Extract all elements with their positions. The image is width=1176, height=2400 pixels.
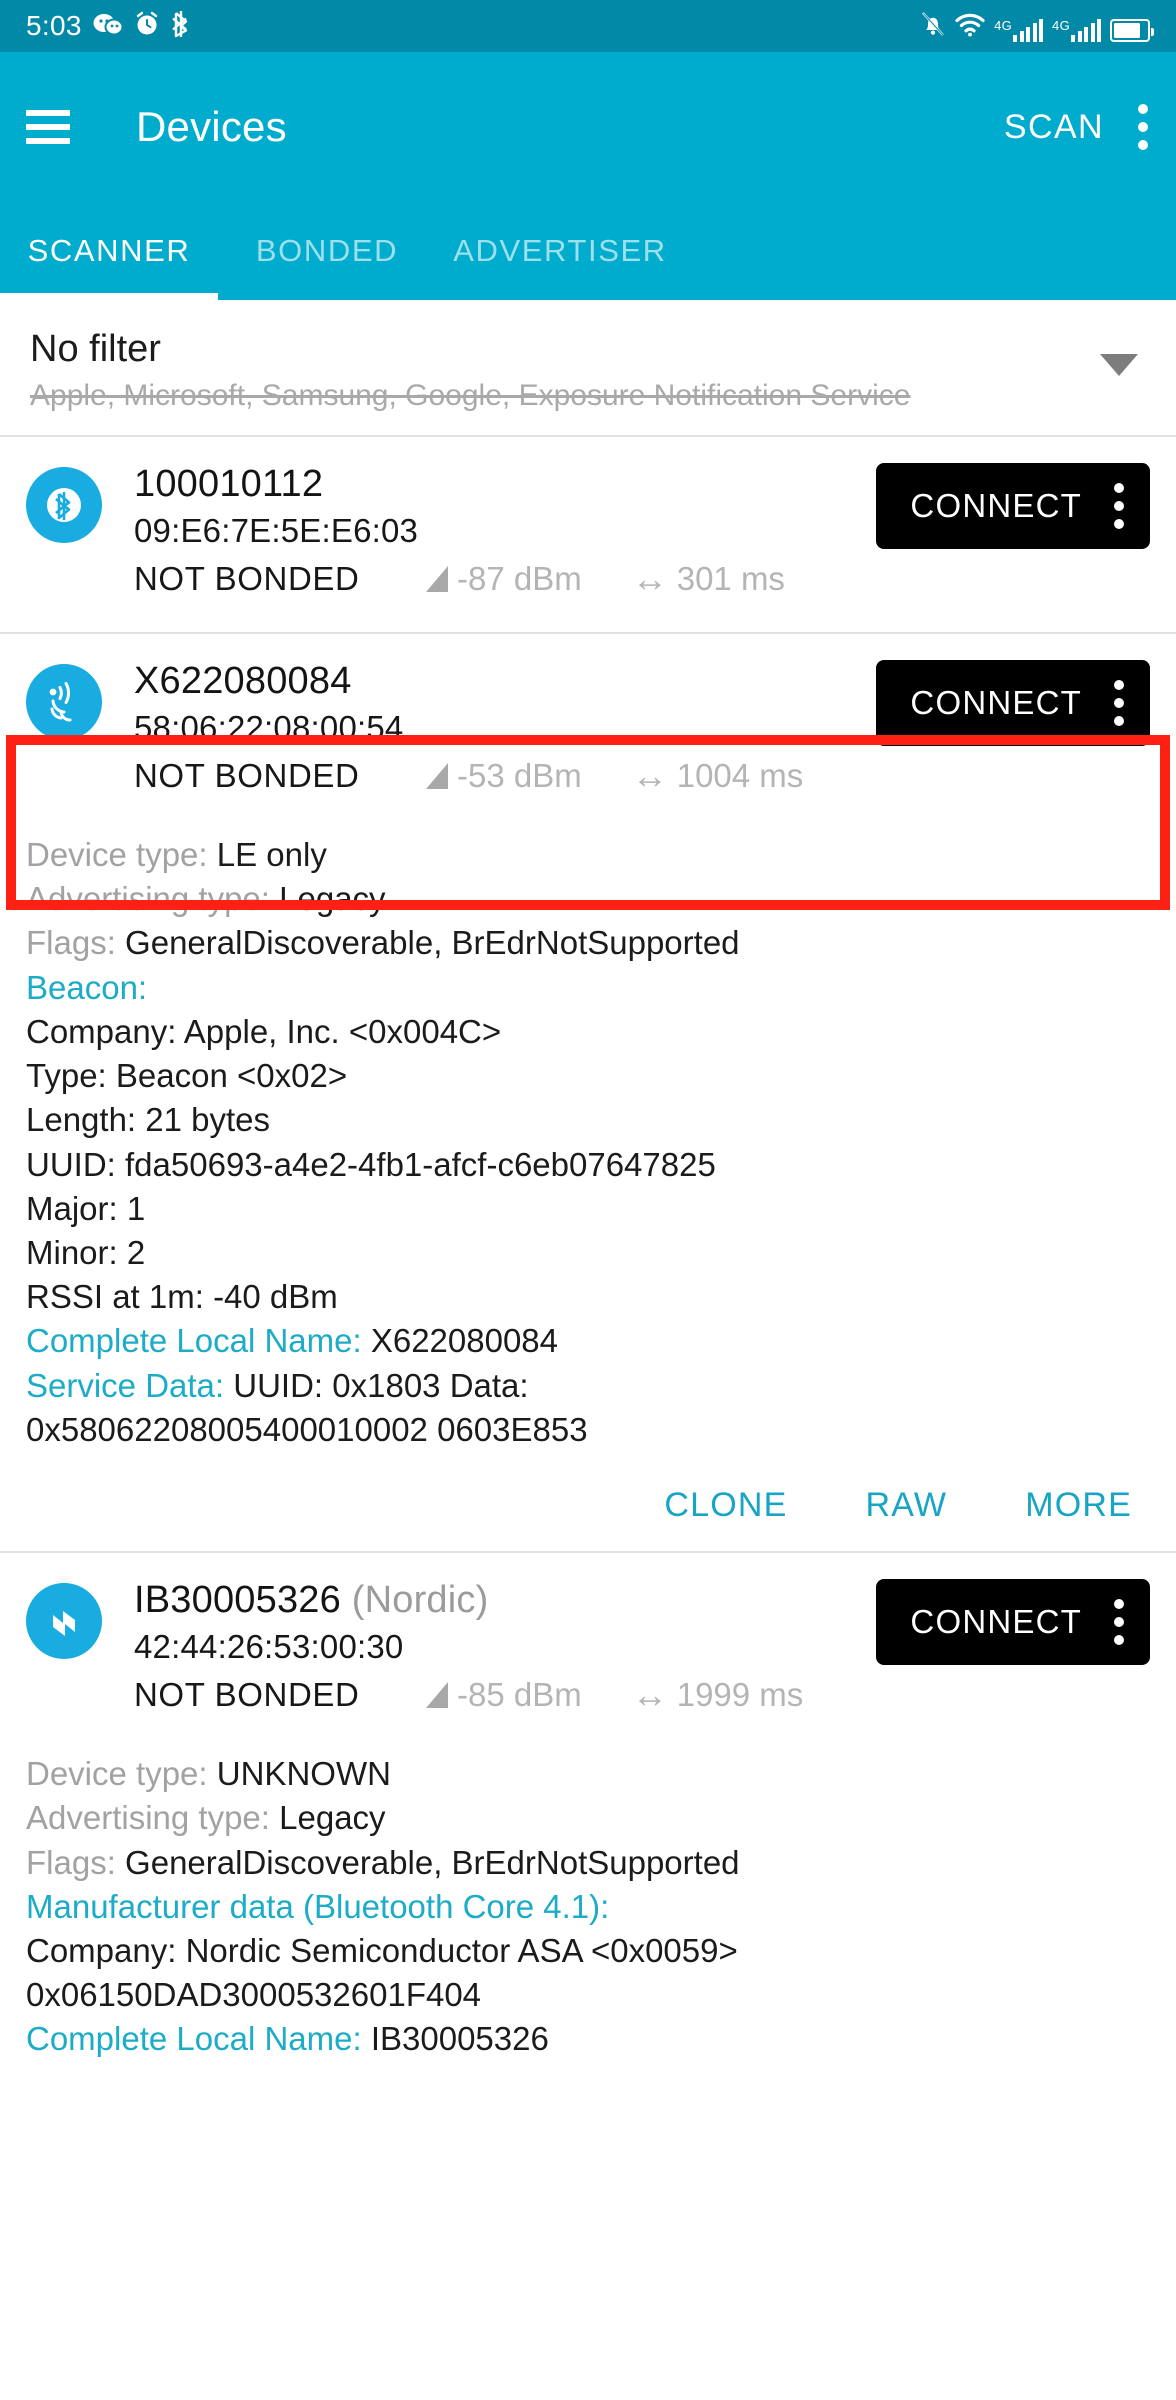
more-vertical-icon[interactable] bbox=[1138, 104, 1150, 150]
detail-line: Flags: GeneralDiscoverable, BrEdrNotSupp… bbox=[26, 1843, 740, 1881]
hamburger-menu-icon[interactable] bbox=[26, 110, 70, 144]
detail-line: Manufacturer data (Bluetooth Core 4.1): bbox=[26, 1887, 610, 1925]
interval-stat: ↔ 1999 ms bbox=[631, 1674, 804, 1716]
notifications-off-icon bbox=[920, 11, 946, 42]
bond-state: NOT BONDED bbox=[134, 1676, 360, 1714]
detail-line: Length: 21 bytes bbox=[26, 1101, 271, 1139]
detail-line: Type: Beacon <0x02> bbox=[26, 1057, 348, 1095]
connect-button[interactable]: CONNECT bbox=[876, 660, 1150, 746]
status-bar-clock: 5:03 bbox=[26, 10, 82, 41]
connect-button[interactable]: CONNECT bbox=[876, 463, 1150, 549]
device-name: 100010112 bbox=[134, 463, 324, 505]
device-address: 58:06:22:08:00:54 bbox=[134, 709, 404, 746]
detail-line: RSSI at 1m: -40 dBm bbox=[26, 1278, 338, 1316]
signal-strength-icon bbox=[426, 763, 448, 789]
device-name: IB30005326 (Nordic) bbox=[134, 1579, 489, 1622]
rssi-stat: -87 dBm bbox=[426, 560, 582, 598]
detail-line: Advertising type: Legacy bbox=[26, 1799, 386, 1837]
tab-advertiser[interactable]: ADVERTISER bbox=[436, 202, 684, 300]
device-list-item[interactable]: X622080084 58:06:22:08:00:54 NOT BONDED … bbox=[0, 632, 1176, 1552]
active-tab-indicator bbox=[0, 293, 218, 300]
detail-line: Major: 1 bbox=[26, 1189, 146, 1227]
device-list-item[interactable]: IB30005326 (Nordic) 42:44:26:53:00:30 NO… bbox=[0, 1551, 1176, 2062]
chevron-down-icon[interactable] bbox=[1100, 354, 1138, 376]
more-vertical-icon[interactable] bbox=[1114, 1599, 1126, 1646]
detail-line: Beacon: bbox=[26, 968, 148, 1006]
app-bar: Devices SCAN bbox=[0, 52, 1176, 202]
scan-button[interactable]: SCAN bbox=[1004, 108, 1104, 147]
sim1-4g-signal-icon: 4G bbox=[994, 18, 1044, 42]
detail-line: UUID: fda50693-a4e2-4fb1-afcf-c6eb076478… bbox=[26, 1145, 716, 1183]
wifi-icon bbox=[955, 12, 985, 42]
bluetooth-icon bbox=[26, 467, 102, 543]
nordic-logo-icon bbox=[26, 1583, 102, 1660]
device-list-item[interactable]: 100010112 09:E6:7E:5E:E6:03 NOT BONDED -… bbox=[0, 437, 1176, 632]
signal-strength-icon bbox=[426, 1682, 448, 1709]
detail-line: Company: Nordic Semiconductor ASA <0x005… bbox=[26, 1931, 738, 1969]
status-bar-right: 4G 4G bbox=[920, 11, 1154, 42]
detail-line: 0x06150DAD3000532601F404 bbox=[26, 1976, 482, 2014]
tab-scanner[interactable]: SCANNER bbox=[0, 202, 218, 300]
device-vendor: (Nordic) bbox=[351, 1579, 489, 1622]
detail-line: Minor: 2 bbox=[26, 1233, 146, 1271]
filter-title: No filter bbox=[30, 328, 161, 370]
alarm-icon bbox=[134, 11, 160, 42]
detail-line: Device type: UNKNOWN bbox=[26, 1755, 391, 1793]
beacon-broadcast-icon bbox=[26, 664, 102, 740]
device-address: 42:44:26:53:00:30 bbox=[134, 1628, 404, 1666]
bluetooth-icon bbox=[171, 10, 191, 43]
filter-row[interactable]: No filter Apple, Microsoft, Samsung, Goo… bbox=[0, 300, 1176, 437]
interval-stat: ↔ 1004 ms bbox=[631, 755, 804, 796]
detail-line: Flags: GeneralDiscoverable, BrEdrNotSupp… bbox=[26, 924, 740, 962]
detail-line: Complete Local Name: X622080084 bbox=[26, 1322, 559, 1360]
page-title: Devices bbox=[136, 103, 287, 150]
chat-icon bbox=[93, 11, 124, 42]
bond-state: NOT BONDED bbox=[134, 757, 360, 794]
more-vertical-icon[interactable] bbox=[1114, 680, 1126, 726]
interval-arrows-icon: ↔ bbox=[631, 1674, 668, 1716]
status-bar-left: 5:03 bbox=[26, 10, 191, 43]
device-actions: CLONE RAW MORE bbox=[0, 1452, 1176, 1551]
signal-strength-icon bbox=[426, 566, 448, 592]
interval-arrows-icon: ↔ bbox=[631, 755, 668, 796]
bond-state: NOT BONDED bbox=[134, 560, 360, 597]
more-vertical-icon[interactable] bbox=[1114, 483, 1126, 529]
battery-icon bbox=[1110, 18, 1154, 42]
raw-button[interactable]: RAW bbox=[866, 1486, 948, 1525]
detail-line: Service Data: UUID: 0x1803 Data: bbox=[26, 1366, 529, 1404]
rssi-stat: -85 dBm bbox=[426, 1676, 582, 1714]
status-bar: 5:03 4G 4G bbox=[0, 0, 1176, 52]
detail-line: Device type: LE only bbox=[26, 836, 327, 873]
rssi-stat: -53 dBm bbox=[426, 757, 582, 795]
filter-subtitle: Apple, Microsoft, Samsung, Google, Expos… bbox=[30, 379, 911, 412]
interval-stat: ↔ 301 ms bbox=[631, 558, 785, 599]
detail-line: Complete Local Name: IB30005326 bbox=[26, 2020, 549, 2058]
tab-bar: SCANNER BONDED ADVERTISER bbox=[0, 202, 1176, 300]
more-button[interactable]: MORE bbox=[1025, 1486, 1132, 1525]
tab-bonded[interactable]: BONDED bbox=[218, 202, 436, 300]
device-address: 09:E6:7E:5E:E6:03 bbox=[134, 512, 419, 549]
device-details: Device type: UNKNOWN Advertising type: L… bbox=[0, 1714, 1176, 2062]
device-details: Device type: LE only Advertising type: L… bbox=[0, 795, 1176, 1452]
device-name: X622080084 bbox=[134, 660, 352, 702]
interval-arrows-icon: ↔ bbox=[631, 558, 668, 599]
detail-line: 0x58062208005400010002 0603E853 bbox=[26, 1410, 588, 1448]
detail-line: Advertising type: Legacy bbox=[26, 880, 386, 918]
detail-line: Company: Apple, Inc. <0x004C> bbox=[26, 1012, 502, 1050]
connect-button[interactable]: CONNECT bbox=[876, 1579, 1150, 1666]
clone-button[interactable]: CLONE bbox=[664, 1486, 787, 1525]
sim2-4g-signal-icon: 4G bbox=[1052, 18, 1101, 42]
